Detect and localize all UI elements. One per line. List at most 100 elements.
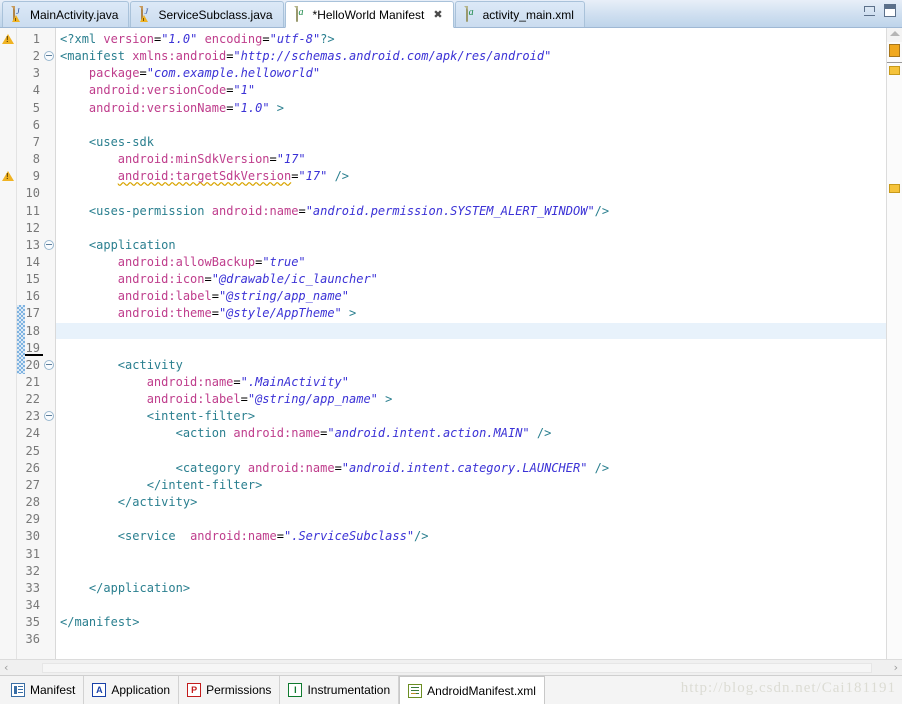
fold-collapse-icon[interactable]: [44, 359, 54, 370]
page-tab-label: Instrumentation: [307, 683, 391, 697]
code-line[interactable]: <?xml version="1.0" encoding="utf-8"?>: [56, 31, 886, 47]
code-line[interactable]: [56, 563, 886, 579]
maximize-icon[interactable]: [884, 4, 896, 17]
code-line[interactable]: [56, 117, 886, 133]
source-code-text[interactable]: <?xml version="1.0" encoding="utf-8"?> <m…: [56, 28, 886, 659]
fold-collapse-icon[interactable]: [44, 51, 54, 62]
code-line[interactable]: </manifest>: [56, 614, 886, 630]
editor-tab-servicesubclass[interactable]: ServiceSubclass.java: [130, 1, 284, 27]
close-icon[interactable]: ✖: [433, 9, 442, 20]
line-number: 36: [25, 632, 40, 647]
change-bar: [17, 305, 25, 374]
code-line[interactable]: [56, 443, 886, 459]
line-number: 14: [25, 254, 40, 269]
minimize-icon[interactable]: [864, 5, 875, 16]
line-number: 12: [25, 220, 40, 235]
line-number: 26: [25, 460, 40, 475]
line-number: 11: [25, 203, 40, 218]
code-line[interactable]: [56, 340, 886, 356]
editor-tab-activity-main-xml[interactable]: activity_main.xml: [454, 1, 585, 27]
code-line[interactable]: [56, 322, 886, 339]
permissions-icon: P: [187, 683, 202, 697]
code-line[interactable]: <uses-sdk: [56, 134, 886, 150]
page-tab-androidmanifest-xml[interactable]: AndroidManifest.xml: [399, 676, 545, 704]
line-number: 8: [32, 152, 40, 167]
code-line[interactable]: android:label="@string/app_name" >: [56, 391, 886, 407]
line-number: 30: [25, 529, 40, 544]
code-line[interactable]: android:versionName="1.0" >: [56, 100, 886, 116]
overview-warning-marker[interactable]: [889, 66, 900, 75]
editor-tab-label: ServiceSubclass.java: [158, 7, 273, 22]
code-line[interactable]: <application: [56, 237, 886, 253]
xml-file-icon: [464, 6, 478, 22]
page-tab-application[interactable]: A Application: [84, 676, 180, 704]
line-number: 21: [25, 375, 40, 389]
overview-warning-marker[interactable]: [889, 44, 900, 57]
line-number: 15: [25, 272, 40, 287]
code-line[interactable]: <category android:name="android.intent.c…: [56, 460, 886, 476]
code-line[interactable]: [56, 185, 886, 201]
page-tab-instrumentation[interactable]: I Instrumentation: [280, 676, 400, 704]
code-line[interactable]: <action android:name="android.intent.act…: [56, 425, 886, 441]
fold-collapse-icon[interactable]: [44, 411, 54, 422]
code-line[interactable]: [56, 597, 886, 613]
code-line[interactable]: android:versionCode="1": [56, 82, 886, 98]
folding-ruler[interactable]: [43, 28, 56, 659]
editor-area: 1234567891011121314151617181920212223242…: [0, 28, 902, 659]
code-line[interactable]: [56, 631, 886, 647]
code-line[interactable]: android:name=".MainActivity": [56, 374, 886, 390]
code-line[interactable]: [56, 220, 886, 236]
line-number: 23: [25, 409, 40, 424]
editor-tab-label: MainActivity.java: [30, 7, 119, 22]
code-line[interactable]: [56, 546, 886, 562]
line-number: 24: [25, 426, 40, 441]
overview-warning-marker[interactable]: [889, 184, 900, 193]
overview-separator: [887, 62, 902, 63]
warning-icon[interactable]: [2, 33, 14, 44]
code-line[interactable]: </application>: [56, 580, 886, 596]
window-controls: [864, 4, 896, 17]
code-line[interactable]: android:allowBackup="true": [56, 254, 886, 270]
code-line[interactable]: android:targetSdkVersion="17" />: [56, 168, 886, 184]
line-number: 9: [32, 169, 40, 184]
editor-page-tab-bar: Manifest A Application P Permissions I I…: [0, 675, 902, 704]
line-number: 27: [25, 477, 40, 492]
warning-icon[interactable]: [2, 170, 14, 182]
code-line[interactable]: android:label="@string/app_name": [56, 288, 886, 304]
code-line[interactable]: <service android:name=".ServiceSubclass"…: [56, 528, 886, 544]
code-line[interactable]: <uses-permission android:name="android.p…: [56, 203, 886, 219]
overview-ruler[interactable]: [886, 28, 902, 659]
editor-tab-label: activity_main.xml: [482, 7, 574, 22]
code-line[interactable]: <intent-filter>: [56, 408, 886, 424]
code-line[interactable]: </activity>: [56, 494, 886, 510]
code-line[interactable]: android:icon="@drawable/ic_launcher": [56, 271, 886, 287]
line-number: 22: [25, 392, 40, 407]
code-line[interactable]: android:theme="@style/AppTheme" >: [56, 305, 886, 321]
code-line[interactable]: <manifest xmlns:android="http://schemas.…: [56, 48, 886, 64]
chevron-up-icon[interactable]: [890, 31, 900, 36]
annotation-ruler[interactable]: [0, 28, 17, 659]
editor-tab-mainactivity[interactable]: MainActivity.java: [2, 1, 130, 27]
line-number-ruler: 1 2 3 4 5 6 7 8 9 10 11 12 13 14 15 16 17 18 19 20 21 22 23 24 2…: [17, 28, 43, 659]
code-line[interactable]: package="com.example.helloworld": [56, 65, 886, 81]
code-line[interactable]: [56, 511, 886, 527]
code-line[interactable]: <activity: [56, 357, 886, 373]
code-line[interactable]: </intent-filter>: [56, 477, 886, 493]
line-number: 6: [32, 117, 40, 132]
horizontal-scrollbar[interactable]: ‹ ›: [0, 659, 902, 675]
code-line[interactable]: android:minSdkVersion="17": [56, 151, 886, 167]
scrollbar-thumb[interactable]: [42, 662, 872, 673]
page-tab-label: AndroidManifest.xml: [427, 683, 536, 698]
editor-tab-helloworld-manifest[interactable]: *HelloWorld Manifest ✖: [284, 1, 454, 28]
fold-collapse-icon[interactable]: [44, 239, 54, 250]
line-number: 25: [25, 443, 40, 458]
scroll-right-icon[interactable]: ›: [894, 661, 898, 674]
overview-track[interactable]: [887, 42, 902, 659]
java-file-warning-icon: [11, 6, 25, 22]
line-number: 10: [25, 186, 40, 201]
page-tab-manifest[interactable]: Manifest: [3, 676, 85, 704]
watermark-text: http://blog.csdn.net/Cai181191: [680, 680, 896, 696]
line-number: 7: [32, 134, 40, 149]
page-tab-permissions[interactable]: P Permissions: [179, 676, 281, 704]
scroll-left-icon[interactable]: ‹: [4, 661, 8, 674]
